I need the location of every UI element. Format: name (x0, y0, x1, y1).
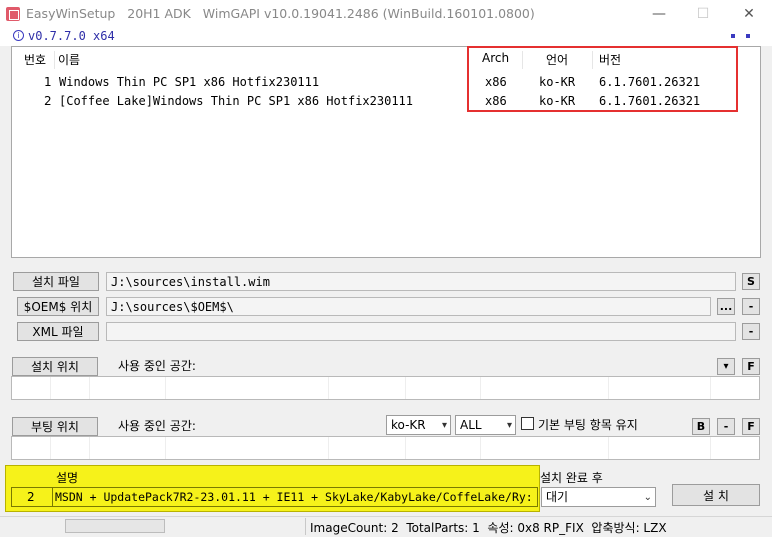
install-file-button[interactable]: 설치 파일 (13, 272, 99, 291)
version-label: v0.7.7.0 x64 (28, 29, 115, 43)
s-button[interactable]: S (742, 273, 760, 290)
oem-location-button[interactable]: $OEM$ 위치 (17, 297, 99, 316)
boot-scope-select[interactable]: ALL ▾ (455, 415, 516, 435)
description-text[interactable]: MSDN + UpdatePack7R2-23.01.11 + IE11 + S… (55, 490, 533, 504)
column-header-name[interactable]: 이름 (58, 51, 80, 68)
highlight-box (467, 46, 738, 112)
install-f-button[interactable]: F (742, 358, 760, 375)
description-header: 설명 (56, 471, 79, 485)
row-name: [Coffee Lake]Windows Thin PC SP1 x86 Hot… (59, 94, 414, 108)
keep-boot-entry-label: 기본 부팅 항목 유지 (538, 418, 638, 432)
status-text: ImageCount: 2 TotalParts: 1 속성: 0x8 RP_F… (310, 521, 667, 535)
boot-location-button[interactable]: 부팅 위치 (12, 417, 98, 436)
version-bar (0, 28, 772, 46)
xml-file-button[interactable]: XML 파일 (17, 322, 99, 341)
boot-language-value: ko-KR (391, 418, 426, 432)
column-header-num[interactable]: 번호 (24, 51, 46, 68)
boot-partition-grid[interactable] (11, 436, 760, 460)
row-number: 2 (44, 94, 52, 108)
keep-boot-entry-checkbox[interactable] (521, 417, 534, 430)
chevron-down-icon: ⌄ (643, 492, 652, 503)
boot-space-label: 사용 중인 공간: (118, 419, 196, 433)
xml-clear-button[interactable]: - (742, 323, 760, 340)
close-button[interactable]: ✕ (726, 0, 772, 28)
column-divider (54, 51, 55, 69)
maximize-button[interactable]: ☐ (680, 0, 726, 28)
chevron-down-icon: ▾ (506, 420, 512, 431)
chevron-down-icon[interactable]: ▾ (717, 358, 735, 375)
after-install-select[interactable]: 대기 ⌄ (541, 487, 656, 507)
boot-scope-value: ALL (460, 418, 482, 432)
after-install-label: 설치 완료 후 (540, 471, 603, 485)
after-install-value: 대기 (546, 490, 569, 504)
install-button[interactable]: 설 치 (672, 484, 760, 506)
xml-path[interactable] (106, 322, 736, 341)
row-name: Windows Thin PC SP1 x86 Hotfix230111 (59, 75, 320, 89)
browse-button[interactable]: ... (717, 298, 735, 315)
minimize-button[interactable]: — (636, 0, 682, 28)
boot-clear-button[interactable]: - (717, 418, 735, 435)
boot-f-button[interactable]: F (742, 418, 760, 435)
vertical-scrollbar[interactable] (761, 46, 772, 516)
status-divider (305, 518, 306, 535)
description-row[interactable]: 2 MSDN + UpdatePack7R2-23.01.11 + IE11 +… (11, 487, 538, 507)
row-number: 1 (44, 75, 52, 89)
info-icon[interactable]: i (13, 30, 24, 41)
install-file-path[interactable]: J:\sources\install.wim (106, 272, 736, 291)
oem-clear-button[interactable]: - (742, 298, 760, 315)
chevron-down-icon: ▾ (441, 420, 447, 431)
boot-b-button[interactable]: B (692, 418, 710, 435)
install-space-label: 사용 중인 공간: (118, 359, 196, 373)
app-icon (6, 7, 20, 21)
install-partition-grid[interactable] (11, 376, 760, 400)
boot-language-select[interactable]: ko-KR ▾ (386, 415, 451, 435)
dot-icon[interactable] (731, 34, 735, 38)
install-location-button[interactable]: 설치 위치 (12, 357, 98, 376)
oem-path[interactable]: J:\sources\$OEM$\ (106, 297, 711, 316)
description-index: 2 (27, 490, 35, 504)
progress-bar (65, 519, 165, 533)
window-title: EasyWinSetup 20H1 ADK WimGAPI v10.0.1904… (26, 6, 535, 21)
dot-icon[interactable] (746, 34, 750, 38)
